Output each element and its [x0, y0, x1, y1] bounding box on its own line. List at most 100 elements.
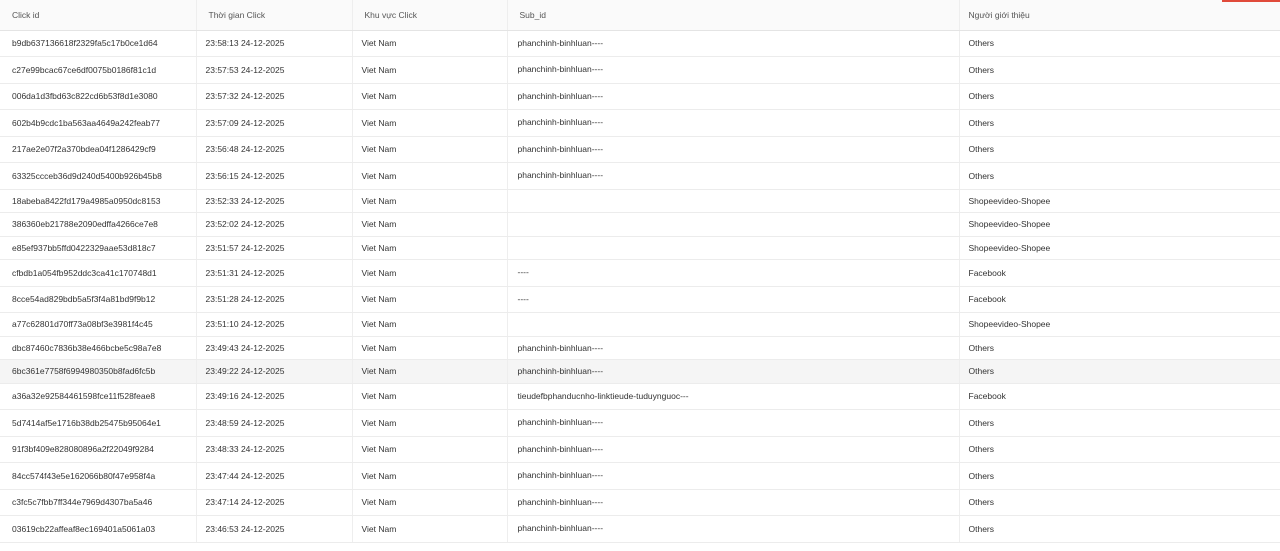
table-row[interactable]: 63325ccceb36d9d240d5400b926b45b8 23:56:15… [0, 162, 1280, 190]
cell-referrer: Shopeevideo-Shopee [959, 236, 1280, 260]
cell-click-time: 23:49:22 24-12-2025 [196, 359, 353, 384]
column-header-referrer[interactable]: Người giới thiệu [959, 0, 1280, 31]
cell-sub-id: phanchinh-binhluan---- [507, 83, 960, 110]
cell-region: Viet Nam [352, 236, 508, 260]
cell-click-time: 23:58:13 24-12-2025 [196, 30, 353, 57]
cell-click-time: 23:56:48 24-12-2025 [196, 136, 353, 163]
column-header-sub-id[interactable]: Sub_id [507, 0, 960, 31]
cell-sub-id: phanchinh-binhluan---- [507, 109, 960, 137]
table-row[interactable]: 91f3bf409e828080896a2f22049f9284 23:48:33… [0, 436, 1280, 463]
cell-sub-id: phanchinh-binhluan---- [507, 489, 960, 516]
cell-sub-id: phanchinh-binhluan---- [507, 515, 960, 543]
click-table: Click id Thời gian Click Khu vực Click S… [0, 0, 1280, 543]
cell-region: Viet Nam [352, 162, 508, 190]
column-header-click-time[interactable]: Thời gian Click [196, 0, 353, 31]
cell-region: Viet Nam [352, 83, 508, 110]
cell-region: Viet Nam [352, 286, 508, 313]
cell-sub-id: phanchinh-binhluan---- [507, 30, 960, 57]
cell-click-time: 23:57:32 24-12-2025 [196, 83, 353, 110]
cell-click-time: 23:51:28 24-12-2025 [196, 286, 353, 313]
cell-referrer: Others [959, 83, 1280, 110]
cell-region: Viet Nam [352, 409, 508, 437]
cell-click-id: c27e99bcac67ce6df0075b0186f81c1d [0, 56, 197, 84]
cell-click-id: 8cce54ad829bdb5a5f3f4a81bd9f9b12 [0, 286, 197, 313]
cell-click-time: 23:52:33 24-12-2025 [196, 189, 353, 213]
table-row[interactable]: a36a32e92584461598fce11f528feae8 23:49:16… [0, 383, 1280, 410]
cell-sub-id: phanchinh-binhluan---- [507, 409, 960, 437]
cell-sub-id: ---- [507, 259, 960, 287]
table-row[interactable]: cfbdb1a054fb952ddc3ca41c170748d1 23:51:31… [0, 259, 1280, 287]
cell-click-time: 23:47:14 24-12-2025 [196, 489, 353, 516]
cell-region: Viet Nam [352, 212, 508, 237]
cell-click-id: b9db637136618f2329fa5c17b0ce1d64 [0, 30, 197, 57]
cell-sub-id: ---- [507, 286, 960, 313]
cell-referrer: Others [959, 489, 1280, 516]
cell-sub-id [507, 236, 960, 260]
table-row[interactable]: 5d7414af5e1716b38db25475b95064e1 23:48:59… [0, 409, 1280, 437]
cell-sub-id: phanchinh-binhluan---- [507, 436, 960, 463]
table-row[interactable]: b9db637136618f2329fa5c17b0ce1d64 23:58:13… [0, 30, 1280, 57]
table-row[interactable]: 006da1d3fbd63c822cd6b53f8d1e3080 23:57:32… [0, 83, 1280, 110]
cell-region: Viet Nam [352, 56, 508, 84]
cell-click-time: 23:48:59 24-12-2025 [196, 409, 353, 437]
column-header-region[interactable]: Khu vực Click [352, 0, 508, 31]
column-header-click-id[interactable]: Click id [0, 0, 197, 31]
cell-region: Viet Nam [352, 336, 508, 360]
cell-referrer: Shopeevideo-Shopee [959, 312, 1280, 337]
cell-referrer: Facebook [959, 286, 1280, 313]
table-row[interactable]: c3fc5c7fbb7ff344e7969d4307ba5a46 23:47:14… [0, 489, 1280, 516]
cell-referrer: Others [959, 109, 1280, 137]
cell-click-id: a36a32e92584461598fce11f528feae8 [0, 383, 197, 410]
cell-region: Viet Nam [352, 136, 508, 163]
table-row[interactable]: c27e99bcac67ce6df0075b0186f81c1d 23:57:53… [0, 56, 1280, 84]
cell-sub-id [507, 212, 960, 237]
cell-click-time: 23:51:31 24-12-2025 [196, 259, 353, 287]
table-row[interactable]: 18abeba8422fd179a4985a0950dc8153 23:52:33… [0, 189, 1280, 213]
cell-click-id: e85ef937bb5ffd0422329aae53d818c7 [0, 236, 197, 260]
table-row[interactable]: 03619cb22affeaf8ec169401a5061a03 23:46:53… [0, 515, 1280, 543]
cell-referrer: Facebook [959, 383, 1280, 410]
cell-referrer: Others [959, 359, 1280, 384]
cell-region: Viet Nam [352, 515, 508, 543]
cell-click-id: 84cc574f43e5e162066b80f47e958f4a [0, 462, 197, 490]
table-row[interactable]: 386360eb21788e2090edffa4266ce7e8 23:52:02… [0, 212, 1280, 237]
cell-referrer: Others [959, 462, 1280, 490]
cell-click-id: 217ae2e07f2a370bdea04f1286429cf9 [0, 136, 197, 163]
cell-region: Viet Nam [352, 109, 508, 137]
table-row[interactable]: 8cce54ad829bdb5a5f3f4a81bd9f9b12 23:51:28… [0, 286, 1280, 313]
table-row[interactable]: dbc87460c7836b38e466bcbe5c98a7e8 23:49:43… [0, 336, 1280, 360]
cell-referrer: Others [959, 515, 1280, 543]
cell-referrer: Others [959, 336, 1280, 360]
table-row[interactable]: 217ae2e07f2a370bdea04f1286429cf9 23:56:48… [0, 136, 1280, 163]
table-row[interactable]: e85ef937bb5ffd0422329aae53d818c7 23:51:57… [0, 236, 1280, 260]
table-row[interactable]: 602b4b9cdc1ba563aa4649a242feab77 23:57:09… [0, 109, 1280, 137]
cell-click-id: cfbdb1a054fb952ddc3ca41c170748d1 [0, 259, 197, 287]
cell-sub-id: phanchinh-binhluan---- [507, 136, 960, 163]
cell-click-time: 23:47:44 24-12-2025 [196, 462, 353, 490]
cell-click-id: 18abeba8422fd179a4985a0950dc8153 [0, 189, 197, 213]
table-row[interactable]: a77c62801d70ff73a08bf3e3981f4c45 23:51:10… [0, 312, 1280, 337]
cell-click-id: 006da1d3fbd63c822cd6b53f8d1e3080 [0, 83, 197, 110]
cell-click-time: 23:48:33 24-12-2025 [196, 436, 353, 463]
table-row[interactable]: 6bc361e7758f6994980350b8fad6fc5b 23:49:22… [0, 359, 1280, 384]
cell-click-id: a77c62801d70ff73a08bf3e3981f4c45 [0, 312, 197, 337]
cell-region: Viet Nam [352, 30, 508, 57]
cell-click-id: 91f3bf409e828080896a2f22049f9284 [0, 436, 197, 463]
cell-region: Viet Nam [352, 489, 508, 516]
table-row[interactable]: 84cc574f43e5e162066b80f47e958f4a 23:47:44… [0, 462, 1280, 490]
cell-region: Viet Nam [352, 462, 508, 490]
cell-referrer: Facebook [959, 259, 1280, 287]
click-report-page: Click id Thời gian Click Khu vực Click S… [0, 0, 1280, 551]
cell-click-id: 63325ccceb36d9d240d5400b926b45b8 [0, 162, 197, 190]
cell-region: Viet Nam [352, 359, 508, 384]
cell-sub-id: phanchinh-binhluan---- [507, 56, 960, 84]
cell-sub-id: phanchinh-binhluan---- [507, 462, 960, 490]
cell-sub-id: phanchinh-binhluan---- [507, 162, 960, 190]
cell-referrer: Shopeevideo-Shopee [959, 212, 1280, 237]
cell-referrer: Others [959, 436, 1280, 463]
cell-click-id: c3fc5c7fbb7ff344e7969d4307ba5a46 [0, 489, 197, 516]
table-header-row: Click id Thời gian Click Khu vực Click S… [0, 0, 1280, 31]
cell-click-time: 23:51:10 24-12-2025 [196, 312, 353, 337]
cell-click-time: 23:46:53 24-12-2025 [196, 515, 353, 543]
cell-sub-id: tieudefbphanducnho-linktieude-tuduynguoc… [507, 383, 960, 410]
